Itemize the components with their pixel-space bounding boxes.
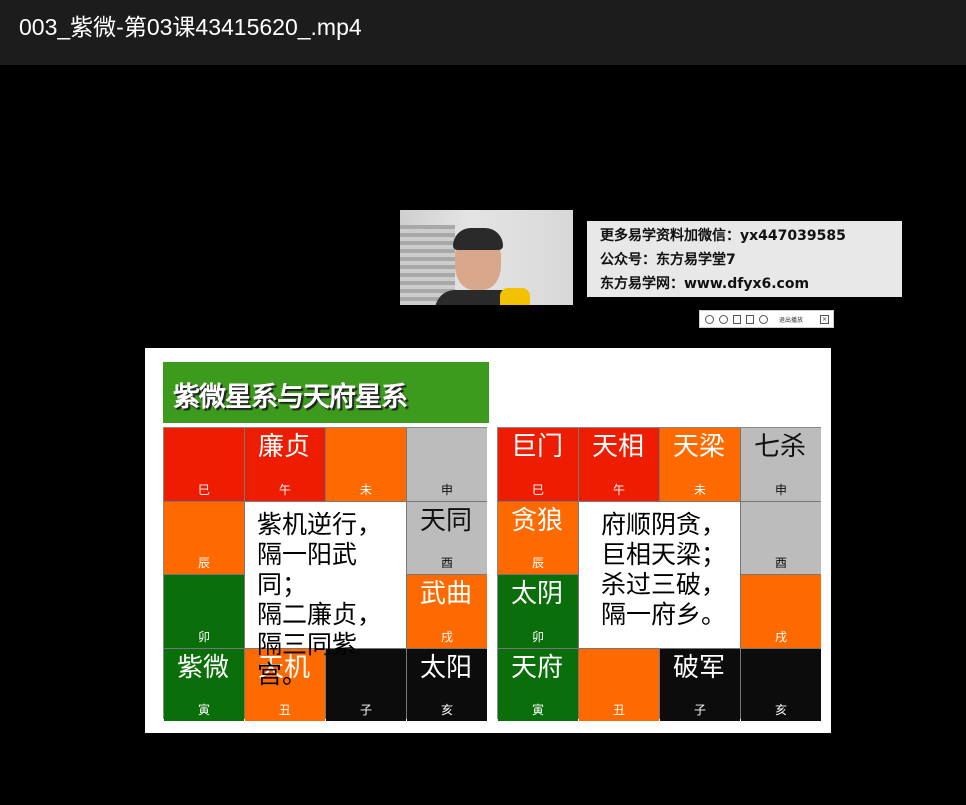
palace-cell-亥: 亥 <box>741 648 821 721</box>
palace-star: 破军 <box>673 652 726 683</box>
window-title: 003_紫微-第03课43415620_.mp4 <box>19 14 362 40</box>
right-palace-chart: 巨门巳天相午天梁未七杀申贪狼辰酉太阴卯戌天府寅丑破军子亥府顺阴贪， 巨相天梁； 杀过… <box>497 427 821 721</box>
palace-star: 廉贞 <box>258 432 311 462</box>
palace-cell-卯: 卯 <box>164 575 244 648</box>
palace-star: 贪狼 <box>511 505 564 536</box>
palace-branch: 巳 <box>197 482 210 497</box>
copy-icon[interactable] <box>746 314 754 324</box>
palace-branch: 戌 <box>774 629 787 644</box>
palace-star: 紫微 <box>177 652 230 683</box>
palace-branch: 辰 <box>197 556 210 570</box>
verse-line: 府顺阴贪， <box>601 509 727 539</box>
palace-cell-寅: 紫微寅 <box>164 648 244 721</box>
slide-title-banner: 紫微星系与天府星系 <box>163 362 489 423</box>
palace-star: 天同 <box>420 505 473 536</box>
palace-cell-酉: 天同酉 <box>407 501 487 574</box>
promo-line-account: 公众号：东方易学堂7 <box>600 252 736 268</box>
palace-center-verse: 府顺阴贪， 巨相天梁； 杀过三破， 隔一府乡。 <box>579 501 740 648</box>
palace-branch: 辰 <box>531 556 544 570</box>
palace-branch: 亥 <box>774 703 787 717</box>
palace-cell-酉: 酉 <box>741 501 821 574</box>
palace-cell-巳: 巨门巳 <box>498 428 578 501</box>
palace-cell-丑: 丑 <box>579 648 659 721</box>
palace-star: 七杀 <box>754 432 807 462</box>
palace-star: 天府 <box>511 652 564 683</box>
exit-playback-button[interactable]: 退出播放 <box>779 315 803 324</box>
palace-branch: 寅 <box>531 703 544 717</box>
palace-star: 太阳 <box>420 652 473 683</box>
close-icon[interactable]: × <box>820 314 829 324</box>
palace-cell-子: 破军子 <box>660 648 740 721</box>
palace-branch: 丑 <box>278 703 291 717</box>
zoom-in-icon[interactable] <box>705 314 714 324</box>
webcam-feed <box>400 210 573 305</box>
palace-cell-申: 申 <box>407 428 487 501</box>
palace-branch: 子 <box>693 703 706 717</box>
presenter-shirt-accent <box>500 288 530 305</box>
title-bar: 003_紫微-第03课43415620_.mp4 <box>0 0 966 65</box>
palace-cell-卯: 太阴卯 <box>498 575 578 648</box>
palace-branch: 酉 <box>774 556 787 570</box>
palace-branch: 午 <box>278 482 291 497</box>
palace-center-verse: 紫机逆行， 隔一阳武同； 隔二廉贞， 隔三同紫宫。 <box>245 501 406 689</box>
palace-branch: 未 <box>693 482 706 497</box>
palace-cell-巳: 巳 <box>164 428 244 501</box>
palace-cell-寅: 天府寅 <box>498 648 578 721</box>
page-icon[interactable] <box>733 314 741 324</box>
verse-line: 隔一阳武同； <box>257 539 358 599</box>
palace-branch: 未 <box>359 482 372 497</box>
palace-branch: 子 <box>359 703 372 717</box>
palace-branch: 卯 <box>531 629 544 644</box>
verse-line: 隔三同紫宫。 <box>257 629 358 689</box>
promo-overlay: 更多易学资料加微信：yx447039585 公众号：东方易学堂7 东方易学网：w… <box>587 221 902 297</box>
presenter-hair <box>453 228 503 250</box>
zoom-out-icon[interactable] <box>719 314 728 324</box>
left-palace-chart: 巳廉贞午未申辰天同酉卯武曲戌紫微寅天机丑子太阳亥紫机逆行， 隔一阳武同； 隔二廉贞，… <box>163 427 487 721</box>
palace-branch: 丑 <box>612 703 625 717</box>
palace-branch: 寅 <box>197 703 210 717</box>
palace-cell-辰: 贪狼辰 <box>498 501 578 574</box>
palace-star: 武曲 <box>420 579 473 609</box>
palace-branch: 申 <box>774 482 787 497</box>
verse-line: 杀过三破， <box>601 569 727 599</box>
palace-cell-午: 廉贞午 <box>245 428 325 501</box>
promo-line-website: 东方易学网：www.dfyx6.com <box>600 276 810 292</box>
palace-cell-辰: 辰 <box>164 501 244 574</box>
palace-branch: 卯 <box>197 629 210 644</box>
palace-branch: 午 <box>612 482 625 497</box>
palace-star: 天梁 <box>673 432 726 462</box>
verse-line: 巨相天梁； <box>601 539 727 569</box>
palace-star: 太阴 <box>511 579 564 609</box>
palace-branch: 亥 <box>440 703 453 717</box>
palace-star: 巨门 <box>511 432 564 462</box>
palace-cell-午: 天相午 <box>579 428 659 501</box>
palace-branch: 巳 <box>531 482 544 497</box>
palace-cell-申: 七杀申 <box>741 428 821 501</box>
slide-title: 紫微星系与天府星系 <box>173 382 408 413</box>
palace-branch: 戌 <box>440 629 453 644</box>
palace-cell-未: 未 <box>326 428 406 501</box>
palace-branch: 酉 <box>440 556 453 570</box>
verse-line: 隔一府乡。 <box>601 599 727 629</box>
palace-cell-戌: 戌 <box>741 575 821 648</box>
palace-cell-亥: 太阳亥 <box>407 648 487 721</box>
palace-star: 天相 <box>592 432 645 462</box>
verse-line: 隔二廉贞， <box>257 599 383 629</box>
verse-line: 紫机逆行， <box>257 509 383 539</box>
viewer-toolbar: 退出播放 × <box>699 310 834 328</box>
palace-cell-戌: 武曲戌 <box>407 575 487 648</box>
palace-cell-未: 天梁未 <box>660 428 740 501</box>
pen-icon[interactable] <box>759 314 768 324</box>
promo-line-wechat: 更多易学资料加微信：yx447039585 <box>600 228 846 244</box>
palace-branch: 申 <box>440 482 453 497</box>
